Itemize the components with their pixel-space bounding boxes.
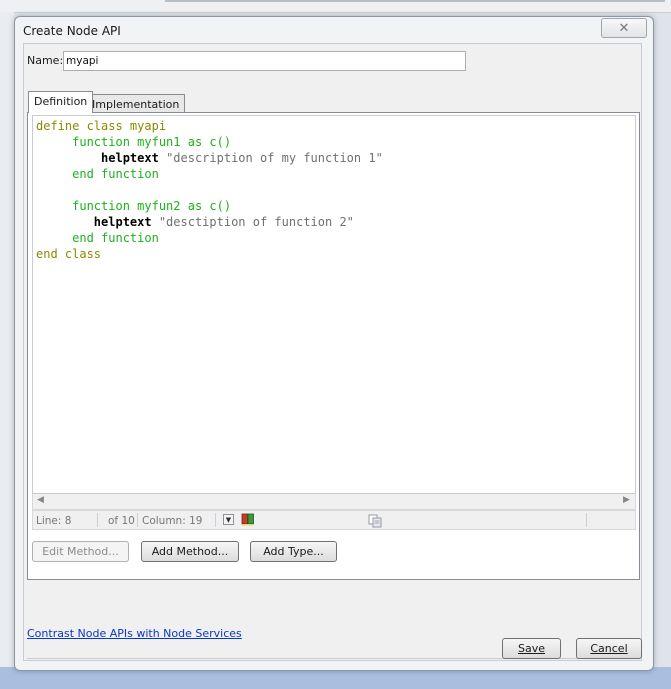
- name-label: Name:: [27, 54, 64, 67]
- code-token: helptext: [93, 215, 159, 229]
- code-token: function myfun1 as c(): [72, 135, 232, 149]
- dropdown-arrow-icon[interactable]: ▼: [223, 514, 234, 525]
- code-line: end function: [36, 231, 159, 245]
- code-line: function myfun2 as c(): [36, 199, 231, 213]
- editor-status-bar: Line: 8 of 10 Column: 19 ▼: [32, 510, 636, 530]
- code-line: helptext "desctiption of function 2": [36, 215, 354, 229]
- contrast-node-apis-link[interactable]: Contrast Node APIs with Node Services: [27, 627, 242, 640]
- status-divider: [586, 513, 587, 527]
- status-column: Column: 19: [142, 515, 203, 527]
- code-line: helptext "description of my function 1": [36, 151, 383, 165]
- code-line: function myfun1 as c(): [36, 135, 231, 149]
- save-button[interactable]: Save: [502, 638, 561, 659]
- create-node-api-dialog: Create Node API ✕ Name: Definition Imple…: [14, 16, 654, 671]
- close-button[interactable]: ✕: [601, 18, 647, 38]
- code-editor[interactable]: define class myapi function myfun1 as c(…: [32, 115, 636, 494]
- cancel-button[interactable]: Cancel: [576, 638, 642, 659]
- scroll-left-icon[interactable]: ◀: [37, 495, 44, 505]
- close-icon: ✕: [618, 20, 630, 36]
- background-window-left: [0, 12, 14, 672]
- status-divider: [137, 513, 138, 527]
- dialog-body: Name: Definition Implementation define c…: [23, 43, 642, 661]
- background-window-top: [0, 0, 671, 13]
- copy-icon[interactable]: [368, 514, 384, 528]
- name-input[interactable]: [63, 51, 466, 71]
- code-line: define class myapi: [36, 119, 166, 133]
- edit-method-button[interactable]: Edit Method...: [32, 541, 129, 562]
- code-line: end class: [36, 247, 101, 261]
- add-method-button[interactable]: Add Method...: [141, 541, 239, 562]
- book-icon[interactable]: [241, 513, 255, 526]
- dialog-title: Create Node API: [23, 24, 121, 38]
- code-token: "description of my function 1": [166, 151, 383, 165]
- code-token: end function: [72, 231, 159, 245]
- save-button-label: Save: [517, 642, 545, 655]
- code-token: helptext: [101, 151, 167, 165]
- tab-definition[interactable]: Definition: [28, 91, 94, 113]
- status-divider: [215, 513, 216, 527]
- scroll-right-icon[interactable]: ▶: [623, 495, 630, 505]
- code-token: "desctiption of function 2": [158, 215, 354, 229]
- code-token: define class myapi: [36, 119, 167, 133]
- code-token: end class: [36, 247, 102, 261]
- add-type-button[interactable]: Add Type...: [250, 541, 337, 562]
- definition-tab-panel: define class myapi function myfun1 as c(…: [27, 112, 640, 580]
- code-line: end function: [36, 167, 159, 181]
- code-token: end function: [72, 167, 159, 181]
- status-line-count: of 10: [108, 515, 135, 527]
- status-line: Line: 8: [36, 515, 72, 527]
- tab-implementation[interactable]: Implementation: [86, 94, 186, 113]
- horizontal-scrollbar[interactable]: ◀ ▶: [32, 494, 636, 510]
- background-titlebar: [165, 0, 665, 2]
- status-divider: [97, 513, 98, 527]
- cancel-button-label: Cancel: [590, 642, 628, 655]
- code-token: function myfun2 as c(): [72, 199, 232, 213]
